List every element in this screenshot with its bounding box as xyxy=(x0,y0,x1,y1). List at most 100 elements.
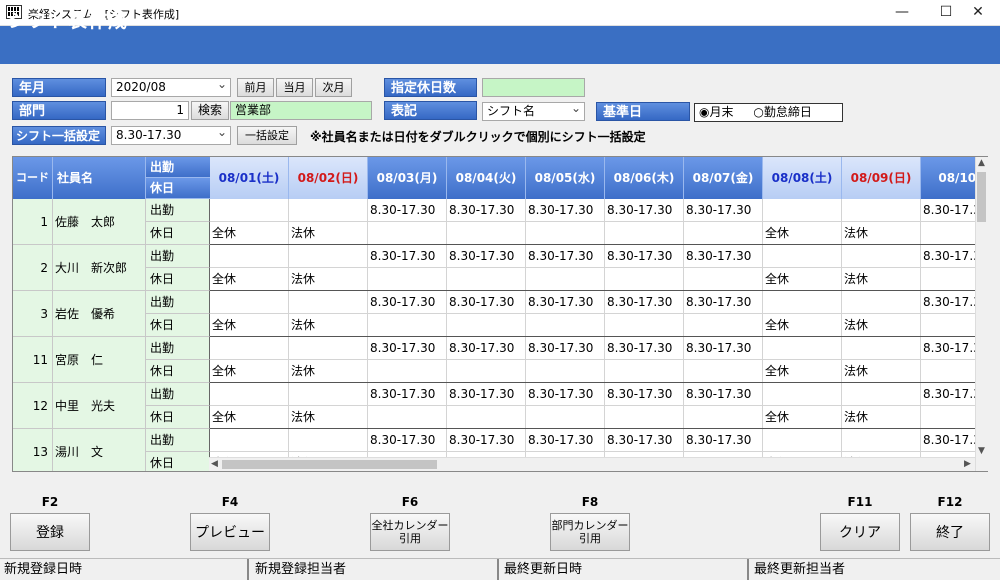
close-button[interactable]: ✕ xyxy=(956,0,1000,26)
exit-button[interactable]: 終了 xyxy=(910,513,990,551)
next-month-button[interactable]: 次月 xyxy=(315,78,352,97)
dept-calendar-button[interactable]: 部門カレンダー 引用 xyxy=(550,513,630,551)
dept-search-button[interactable]: 検索 xyxy=(191,101,229,120)
shift-cell[interactable] xyxy=(210,199,289,222)
shift-cell[interactable] xyxy=(605,268,684,291)
shift-cell[interactable]: 法休 xyxy=(289,314,368,337)
shift-cell[interactable] xyxy=(605,360,684,383)
employee-name[interactable]: 佐藤 太郎 xyxy=(53,199,146,245)
employee-cell[interactable]: 1 佐藤 太郎 xyxy=(13,199,146,245)
shift-cell[interactable]: 法休 xyxy=(842,222,921,245)
shift-cell[interactable] xyxy=(447,360,526,383)
vertical-scroll-thumb[interactable] xyxy=(977,172,986,222)
shift-cell[interactable]: 8.30-17.30 xyxy=(368,291,447,314)
shift-cell[interactable]: 法休 xyxy=(842,268,921,291)
date-header[interactable]: 08/07(金) xyxy=(684,157,763,199)
shift-cell[interactable] xyxy=(684,314,763,337)
shift-cell[interactable] xyxy=(368,406,447,429)
shift-cell[interactable] xyxy=(605,314,684,337)
shift-cell[interactable]: 8.30-17.30 xyxy=(368,337,447,360)
shift-cell[interactable]: 全休 xyxy=(763,406,842,429)
shift-cell[interactable] xyxy=(605,406,684,429)
shift-cell[interactable] xyxy=(289,199,368,222)
shift-cell[interactable] xyxy=(684,268,763,291)
radio-closing-date[interactable]: ○勤怠締日 xyxy=(753,105,812,119)
shift-cell[interactable] xyxy=(842,337,921,360)
shift-cell[interactable] xyxy=(368,314,447,337)
employee-cell[interactable]: 12 中里 光夫 xyxy=(13,383,146,429)
shift-cell[interactable] xyxy=(763,429,842,452)
shift-cell[interactable] xyxy=(763,245,842,268)
shift-cell[interactable]: 8.30-17.30 xyxy=(684,383,763,406)
employee-cell[interactable]: 2 大川 新次郎 xyxy=(13,245,146,291)
shift-cell[interactable]: 全休 xyxy=(210,222,289,245)
shift-cell[interactable] xyxy=(684,222,763,245)
employee-name[interactable]: 岩佐 優希 xyxy=(53,291,146,337)
shift-cell[interactable]: 8.30-17.30 xyxy=(605,337,684,360)
shift-cell[interactable]: 法休 xyxy=(289,268,368,291)
minimize-button[interactable]: — xyxy=(880,0,924,26)
shift-cell[interactable]: 8.30-17.30 xyxy=(684,199,763,222)
shift-cell[interactable]: 全休 xyxy=(763,360,842,383)
shift-cell[interactable]: 8.30-17.30 xyxy=(368,245,447,268)
date-header[interactable]: 08/09(日) xyxy=(842,157,921,199)
dept-code-field[interactable]: 1 xyxy=(111,101,189,120)
shift-cell[interactable] xyxy=(210,383,289,406)
date-header[interactable]: 08/06(木) xyxy=(605,157,684,199)
shift-cell[interactable]: 8.30-17.30 xyxy=(684,337,763,360)
shift-cell[interactable]: 8.30-17.30 xyxy=(605,291,684,314)
shift-cell[interactable] xyxy=(763,199,842,222)
shift-cell[interactable] xyxy=(526,406,605,429)
shift-cell[interactable] xyxy=(526,222,605,245)
shift-cell[interactable] xyxy=(289,383,368,406)
shift-cell[interactable] xyxy=(763,383,842,406)
shift-cell[interactable]: 8.30-17.30 xyxy=(447,291,526,314)
shift-cell[interactable] xyxy=(605,222,684,245)
shift-cell[interactable] xyxy=(526,360,605,383)
shift-cell[interactable] xyxy=(210,337,289,360)
shift-cell[interactable]: 8.30-17.30 xyxy=(368,199,447,222)
shift-cell[interactable] xyxy=(210,245,289,268)
date-header[interactable]: 08/08(土) xyxy=(763,157,842,199)
employee-name[interactable]: 大川 新次郎 xyxy=(53,245,146,291)
bulk-shift-select[interactable]: 8.30-17.30 xyxy=(111,124,231,145)
scroll-left-arrow[interactable]: ◀ xyxy=(211,459,218,469)
shift-cell[interactable] xyxy=(763,337,842,360)
employee-cell[interactable]: 11 宮原 仁 xyxy=(13,337,146,383)
shift-cell[interactable]: 法休 xyxy=(842,406,921,429)
shift-cell[interactable]: 8.30-17.30 xyxy=(447,337,526,360)
shift-cell[interactable]: 8.30-17.30 xyxy=(526,337,605,360)
shift-cell[interactable] xyxy=(210,429,289,452)
employee-cell[interactable]: 13 湯川 文 xyxy=(13,429,146,471)
date-header[interactable]: 08/01(土) xyxy=(210,157,289,199)
shift-cell[interactable]: 全休 xyxy=(763,268,842,291)
shift-cell[interactable]: 法休 xyxy=(289,222,368,245)
scroll-right-arrow[interactable]: ▶ xyxy=(964,459,971,469)
radio-month-end[interactable]: ◉月末 xyxy=(699,105,734,119)
shift-cell[interactable]: 法休 xyxy=(842,360,921,383)
date-header[interactable]: 08/03(月) xyxy=(368,157,447,199)
shift-cell[interactable] xyxy=(842,429,921,452)
shift-cell[interactable]: 8.30-17.30 xyxy=(368,383,447,406)
shift-cell[interactable]: 8.30-17.30 xyxy=(447,383,526,406)
shift-cell[interactable]: 8.30-17.30 xyxy=(447,245,526,268)
preview-button[interactable]: プレビュー xyxy=(190,513,270,551)
shift-cell[interactable] xyxy=(289,337,368,360)
display-select[interactable]: シフト名 xyxy=(482,100,585,121)
holiday-days-field[interactable] xyxy=(482,78,585,97)
this-month-button[interactable]: 当月 xyxy=(276,78,313,97)
shift-cell[interactable] xyxy=(684,360,763,383)
shift-cell[interactable] xyxy=(289,429,368,452)
scroll-up-arrow[interactable]: ▲ xyxy=(978,158,985,168)
shift-cell[interactable]: 8.30-17.30 xyxy=(447,429,526,452)
shift-cell[interactable] xyxy=(842,383,921,406)
shift-cell[interactable] xyxy=(368,222,447,245)
shift-cell[interactable] xyxy=(842,291,921,314)
shift-cell[interactable]: 8.30-17.30 xyxy=(526,429,605,452)
date-header[interactable]: 08/05(水) xyxy=(526,157,605,199)
scroll-down-arrow[interactable]: ▼ xyxy=(978,446,985,456)
shift-cell[interactable]: 全休 xyxy=(763,314,842,337)
shift-cell[interactable]: 8.30-17.30 xyxy=(605,245,684,268)
shift-cell[interactable]: 8.30-17.30 xyxy=(684,291,763,314)
date-header[interactable]: 08/04(火) xyxy=(447,157,526,199)
